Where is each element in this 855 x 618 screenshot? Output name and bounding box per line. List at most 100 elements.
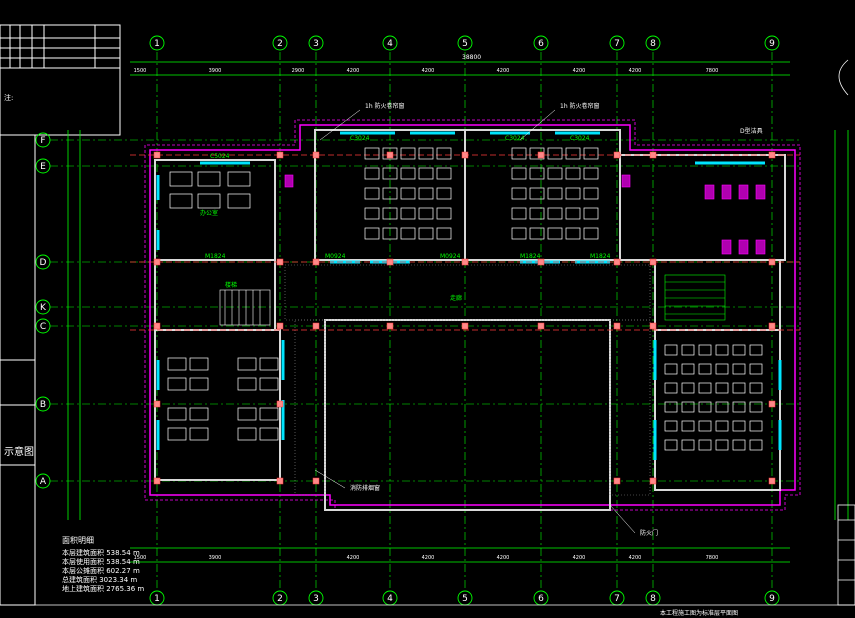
dimension-text: 4200 (422, 68, 435, 74)
axis-label-col: 4 (387, 594, 393, 604)
label-door-3: M1824 (520, 253, 541, 260)
column (768, 151, 776, 159)
axis-label-row: A (40, 477, 47, 487)
axis-label-col: 4 (387, 39, 393, 49)
note-right: D型洁具 (740, 127, 763, 135)
column (768, 258, 776, 266)
column (649, 322, 657, 330)
column (312, 477, 320, 485)
label-classroom-a: C3024 (350, 135, 370, 142)
label-office: 办公室 (200, 209, 218, 217)
column (613, 477, 621, 485)
column (386, 258, 394, 266)
axis-label-col: 8 (650, 39, 656, 49)
column (649, 151, 657, 159)
note-bottom-2: 防火门 (640, 529, 658, 537)
label-stair: 楼梯 (225, 281, 237, 289)
left-panel-note: 注: (4, 93, 13, 102)
note-top-2: 1h 防火卷帘窗 (560, 102, 600, 110)
axis-label-col: 9 (769, 594, 775, 604)
column (312, 322, 320, 330)
label-door-1: M0924 (325, 253, 346, 260)
column (153, 322, 161, 330)
column (153, 477, 161, 485)
axis-label-col: 3 (313, 39, 319, 49)
dimension-text: 4200 (497, 68, 510, 74)
column (613, 322, 621, 330)
axis-label-row: F (40, 136, 45, 146)
area-summary: 本层建筑面积 538.54 m 本层使用面积 538.54 m 本层公摊面积 6… (62, 548, 144, 593)
axis-label-col: 5 (462, 39, 468, 49)
overall-dimension: 38800 (462, 54, 481, 61)
column (537, 151, 545, 159)
area-line-5: 地上建筑面积 2765.36 m (62, 584, 144, 593)
dimension-text: 4200 (347, 555, 360, 561)
axis-label-col: 2 (277, 39, 283, 49)
label-door-4: M1824 (590, 253, 611, 260)
column (153, 258, 161, 266)
axis-label-col: 1 (154, 39, 160, 49)
axis-label-col: 7 (614, 594, 620, 604)
column (613, 258, 621, 266)
left-panel-sheet-label: 示意图 (4, 445, 34, 458)
column (276, 400, 284, 408)
dimension-text: 7800 (706, 555, 719, 561)
label-door-2: M0924 (440, 253, 461, 260)
dimension-text: 4200 (629, 555, 642, 561)
axis-label-col: 3 (313, 594, 319, 604)
dimension-text: 4200 (347, 68, 360, 74)
dimension-text: 7800 (706, 68, 719, 74)
column (276, 477, 284, 485)
axis-label-col: 6 (538, 39, 544, 49)
column (312, 151, 320, 159)
label-door-5: M1824 (205, 253, 226, 260)
column (649, 477, 657, 485)
dimension-text: 3900 (209, 555, 222, 561)
column (613, 151, 621, 159)
note-bottom-1: 消防排烟窗 (350, 484, 380, 492)
column (386, 151, 394, 159)
dimension-text: 4200 (497, 555, 510, 561)
dimension-text: 4200 (573, 68, 586, 74)
axis-label-row: B (40, 400, 46, 410)
dimension-text: 4200 (422, 555, 435, 561)
axis-label-col: 1 (154, 594, 160, 604)
floor-plan-drawing: 示意图 注: 112233445566778899FEDKCBA 1500 390… (0, 0, 855, 618)
axis-label-col: 9 (769, 39, 775, 49)
area-line-1: 本层建筑面积 538.54 m (62, 548, 140, 557)
note-top-1: 1h 防火卷帘窗 (365, 102, 405, 110)
axis-label-col: 8 (650, 594, 656, 604)
column (768, 477, 776, 485)
dimension-text: 1500 (134, 68, 147, 74)
axis-label-row: E (40, 162, 46, 172)
label-corridor: 走廊 (450, 294, 462, 302)
column (276, 258, 284, 266)
area-line-4: 总建筑面积 3023.34 m (62, 575, 137, 584)
dimension-text: 4200 (629, 68, 642, 74)
column (153, 400, 161, 408)
axis-label-col: 5 (462, 594, 468, 604)
axis-label-col: 6 (538, 594, 544, 604)
column (153, 151, 161, 159)
bottom-dimension-texts: 1500 3900 4200 4200 4200 4200 4200 7800 (134, 555, 719, 561)
column (649, 258, 657, 266)
dimension-text: 3900 (209, 68, 222, 74)
column (276, 151, 284, 159)
axis-label-row: D (40, 258, 47, 268)
column (768, 400, 776, 408)
dimension-text: 2900 (292, 68, 305, 74)
column (461, 322, 469, 330)
top-dimension-texts: 1500 3900 2900 4200 4200 4200 4200 4200 7800 (134, 68, 719, 74)
area-summary-title: 面积明细 (62, 535, 94, 545)
label-window-e: C5024 (210, 153, 230, 160)
label-window-e2: C3024 (570, 135, 590, 142)
column (386, 322, 394, 330)
bottom-strip-text: 本工程施工图为标准层平面图 (660, 609, 738, 617)
column (276, 322, 284, 330)
column (312, 258, 320, 266)
axis-label-col: 2 (277, 594, 283, 604)
column (461, 151, 469, 159)
column (537, 322, 545, 330)
area-line-2: 本层使用面积 538.54 m (62, 557, 140, 566)
axis-label-col: 7 (614, 39, 620, 49)
